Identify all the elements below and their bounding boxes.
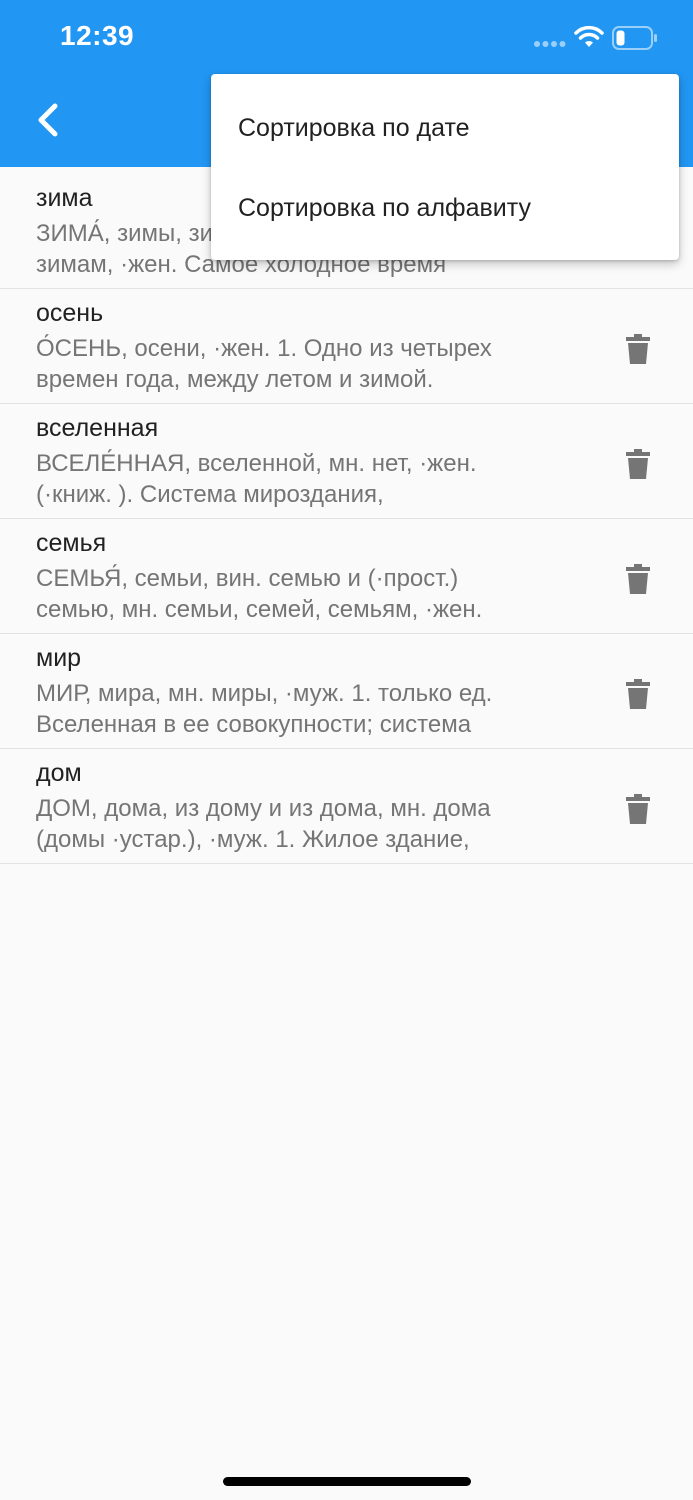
trash-icon (626, 794, 650, 824)
delete-button[interactable] (618, 444, 658, 484)
trash-icon (626, 564, 650, 594)
menu-item-sort-alphabetically[interactable]: Сортировка по алфавиту (211, 168, 679, 248)
delete-button[interactable] (618, 789, 658, 829)
delete-button[interactable] (618, 559, 658, 599)
battery-icon (612, 26, 657, 50)
word-definition: О́СЕНЬ, осени, ·жен. 1. Одно из четырех … (36, 335, 492, 393)
screen: 12:39 зима ЗИМА́, зимы, зиму, мн. зимы (0, 0, 693, 1500)
saved-words-list: зима ЗИМА́, зимы, зиму, мн. зимы, зим, з… (0, 174, 693, 864)
back-button[interactable] (22, 94, 74, 146)
cellular-signal-icon (534, 41, 566, 47)
list-item[interactable]: мир МИР, мира, мн. миры, ·муж. 1. только… (0, 634, 693, 749)
wifi-icon (574, 25, 604, 47)
word-definition: ДОМ, дома, из дому и из дома, мн. дома (… (36, 795, 491, 853)
word-definition: ВСЕЛЕ́ННАЯ, вселенной, мн. нет, ·жен. (·… (36, 450, 477, 508)
word-title: вселенная (36, 414, 159, 442)
word-definition: МИР, мира, мн. миры, ·муж. 1. только ед.… (36, 680, 493, 738)
word-title: семья (36, 529, 107, 557)
list-item[interactable]: вселенная ВСЕЛЕ́ННАЯ, вселенной, мн. нет… (0, 404, 693, 519)
delete-button[interactable] (618, 329, 658, 369)
home-indicator (223, 1477, 471, 1486)
word-title: дом (36, 759, 82, 787)
word-title: зима (36, 184, 93, 212)
menu-item-sort-by-date[interactable]: Сортировка по дате (211, 88, 679, 168)
word-definition: СЕМЬЯ́, семьи, вин. семью и (·прост.) се… (36, 565, 483, 623)
status-time: 12:39 (60, 20, 135, 51)
sort-popup-menu: Сортировка по дате Сортировка по алфавит… (211, 74, 679, 260)
trash-icon (626, 449, 650, 479)
list-item[interactable]: осень О́СЕНЬ, осени, ·жен. 1. Одно из че… (0, 289, 693, 404)
list-item[interactable]: семья СЕМЬЯ́, семьи, вин. семью и (·прос… (0, 519, 693, 634)
trash-icon (626, 679, 650, 709)
word-title: мир (36, 644, 82, 672)
word-title: осень (36, 299, 104, 327)
trash-icon (626, 334, 650, 364)
chevron-left-icon (38, 103, 58, 137)
list-item[interactable]: дом ДОМ, дома, из дому и из дома, мн. до… (0, 749, 693, 864)
delete-button[interactable] (618, 674, 658, 714)
